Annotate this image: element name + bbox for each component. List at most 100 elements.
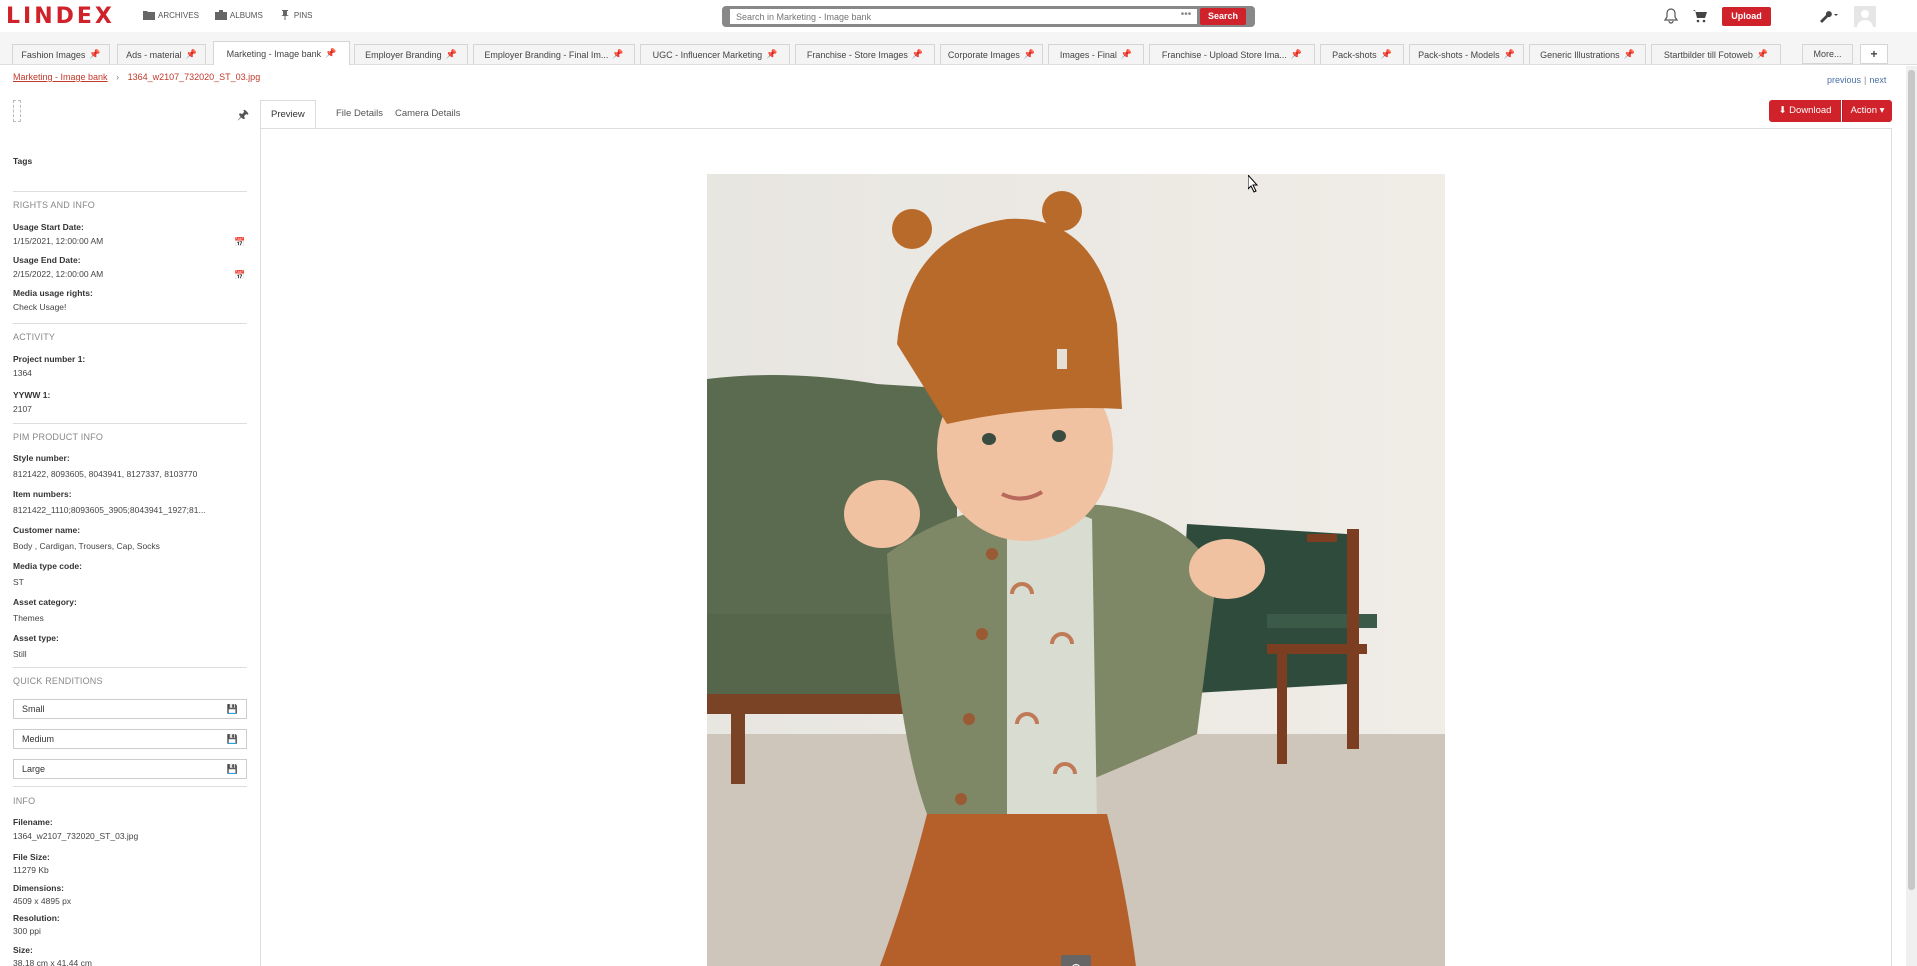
tab-ugc-influencer[interactable]: UGC - Influencer Marketing 📌 [640, 44, 790, 64]
zoom-in-button[interactable]: ⊕ [1061, 955, 1091, 966]
tab-label: Startbilder till Fotoweb [1663, 49, 1753, 60]
user-icon [1857, 10, 1873, 27]
pin-icon[interactable]: 📌 [612, 49, 623, 60]
page-scrollbar[interactable] [1906, 66, 1917, 966]
pin-icon[interactable]: 📌 [1504, 49, 1515, 60]
briefcase-icon [214, 10, 227, 20]
nav-pins[interactable]: PINS [279, 10, 312, 20]
nav-albums-label: ALBUMS [229, 10, 263, 20]
action-label: Action [1850, 105, 1877, 116]
pin-icon[interactable]: 📌 [912, 49, 923, 60]
tab-preview[interactable]: Preview [260, 100, 316, 128]
search-button[interactable]: Search [1200, 8, 1246, 25]
pin-panel-icon[interactable]: 🖈 [237, 106, 249, 128]
top-bar: LINDEX ARCHIVES ALBUMS PINS ••• Search U… [0, 0, 1917, 32]
pin-icon[interactable]: 📌 [1121, 49, 1132, 60]
pin-icon[interactable]: 📌 [325, 48, 336, 59]
tab-label: Pack-shots [1332, 49, 1377, 60]
download-label: Download [1789, 105, 1832, 116]
size-label: Size: [13, 945, 33, 955]
section-info: INFO [13, 796, 36, 806]
pin-icon[interactable]: 📌 [766, 49, 777, 60]
yyww-value: 2107 [13, 404, 32, 414]
tab-label: Pack-shots - Models [1418, 49, 1500, 60]
select-checkbox[interactable] [13, 100, 21, 122]
cart-icon[interactable] [1693, 9, 1707, 23]
pin-icon[interactable]: 📌 [1757, 49, 1768, 60]
tab-pack-shots[interactable]: Pack-shots 📌 [1320, 44, 1404, 64]
tab-franchise-upload-store[interactable]: Franchise - Upload Store Ima... 📌 [1149, 44, 1315, 64]
tab-images-final[interactable]: Images - Final 📌 [1048, 44, 1144, 64]
pin-icon[interactable]: 📌 [446, 49, 457, 60]
upload-button[interactable]: Upload [1722, 7, 1771, 26]
download-image-icon: 💾 [226, 704, 238, 714]
archive-tabs: Fashion Images 📌 Ads - material 📌 Marketin… [0, 32, 1917, 65]
folder-icon [143, 11, 155, 20]
download-button[interactable]: ⬇ Download [1769, 100, 1841, 122]
pin-icon[interactable]: 📌 [1291, 49, 1302, 60]
asset-pager: previous | next [1827, 75, 1886, 85]
nav-archives-label: ARCHIVES [158, 10, 199, 20]
lindex-logo[interactable]: LINDEX [6, 4, 115, 29]
previous-link[interactable]: previous [1827, 75, 1861, 85]
pin-icon[interactable]: 📌 [1624, 49, 1635, 60]
breadcrumb: Marketing - Image bank › 1364_w2107_7320… [13, 72, 260, 82]
pin-icon[interactable]: 📌 [89, 49, 100, 60]
tab-marketing-image-bank[interactable]: Marketing - Image bank 📌 [213, 41, 350, 65]
rendition-medium-button[interactable]: Medium 💾 [13, 729, 247, 749]
search-options-button[interactable]: ••• [1175, 9, 1197, 24]
tab-file-details[interactable]: File Details [326, 100, 393, 128]
media-rights-label: Media usage rights: [13, 288, 93, 298]
usage-start-value: 1/15/2021, 12:00:00 AM [13, 236, 104, 246]
size-value: 38.18 cm x 41.44 cm [13, 958, 92, 966]
tab-fashion-images[interactable]: Fashion Images 📌 [12, 44, 110, 64]
search-input[interactable] [730, 9, 1175, 24]
pin-icon[interactable]: 📌 [1024, 49, 1035, 60]
pager-separator: | [1864, 75, 1867, 85]
add-tab-button[interactable]: + [1860, 44, 1888, 64]
asset-preview-image[interactable] [707, 174, 1445, 966]
project-number-value: 1364 [13, 368, 32, 378]
search-bar: ••• Search [722, 6, 1255, 27]
nav-archives[interactable]: ARCHIVES [143, 10, 199, 20]
tab-employer-branding[interactable]: Employer Branding 📌 [354, 44, 468, 64]
bell-icon[interactable] [1664, 8, 1678, 24]
tab-pack-shots-models[interactable]: Pack-shots - Models 📌 [1409, 44, 1524, 64]
tab-startbilder-fotoweb[interactable]: Startbilder till Fotoweb 📌 [1651, 44, 1781, 64]
caret-down-icon: ▾ [1879, 105, 1885, 116]
divider [13, 786, 247, 787]
breadcrumb-current: 1364_w2107_732020_ST_03.jpg [127, 72, 261, 82]
next-link[interactable]: next [1869, 75, 1886, 85]
action-dropdown-button[interactable]: Action ▾ [1842, 100, 1892, 122]
top-nav: ARCHIVES ALBUMS PINS [143, 10, 312, 20]
divider [13, 667, 247, 668]
calendar-icon[interactable]: 📅 [234, 270, 245, 281]
rendition-large-button[interactable]: Large 💾 [13, 759, 247, 779]
tab-generic-illustrations[interactable]: Generic Illustrations 📌 [1529, 44, 1646, 64]
calendar-icon[interactable]: 📅 [234, 237, 245, 248]
baby-photo-illustration [707, 174, 1445, 966]
section-activity: ACTIVITY [13, 332, 56, 342]
wrench-icon[interactable] [1818, 9, 1840, 23]
tab-ads-material[interactable]: Ads - material 📌 [117, 44, 206, 64]
rendition-small-button[interactable]: Small 💾 [13, 699, 247, 719]
avatar[interactable] [1854, 6, 1876, 27]
metadata-panel: 🖈 Tags RIGHTS AND INFO Usage Start Date:… [13, 96, 249, 966]
scrollbar-thumb[interactable] [1908, 70, 1915, 890]
tab-franchise-store-images[interactable]: Franchise - Store Images 📌 [795, 44, 935, 64]
pin-icon[interactable]: 📌 [1381, 49, 1392, 60]
tab-corporate-images[interactable]: Corporate Images 📌 [940, 44, 1043, 64]
tabs-more-dropdown[interactable]: More... [1802, 44, 1853, 64]
pin-icon[interactable]: 📌 [186, 49, 197, 60]
tab-camera-details[interactable]: Camera Details [385, 100, 470, 128]
file-size-value: 11279 Kb [13, 865, 49, 875]
rendition-label: Medium [22, 734, 55, 744]
resolution-label: Resolution: [13, 913, 60, 923]
usage-start-label: Usage Start Date: [13, 222, 84, 232]
nav-albums[interactable]: ALBUMS [214, 10, 263, 20]
tab-employer-branding-final[interactable]: Employer Branding - Final Im... 📌 [473, 44, 635, 64]
rendition-label: Small [22, 704, 45, 714]
breadcrumb-archive-link[interactable]: Marketing - Image bank [13, 72, 108, 82]
tab-label: Images - Final [1059, 49, 1117, 60]
tab-label: Franchise - Upload Store Ima... [1161, 49, 1287, 60]
